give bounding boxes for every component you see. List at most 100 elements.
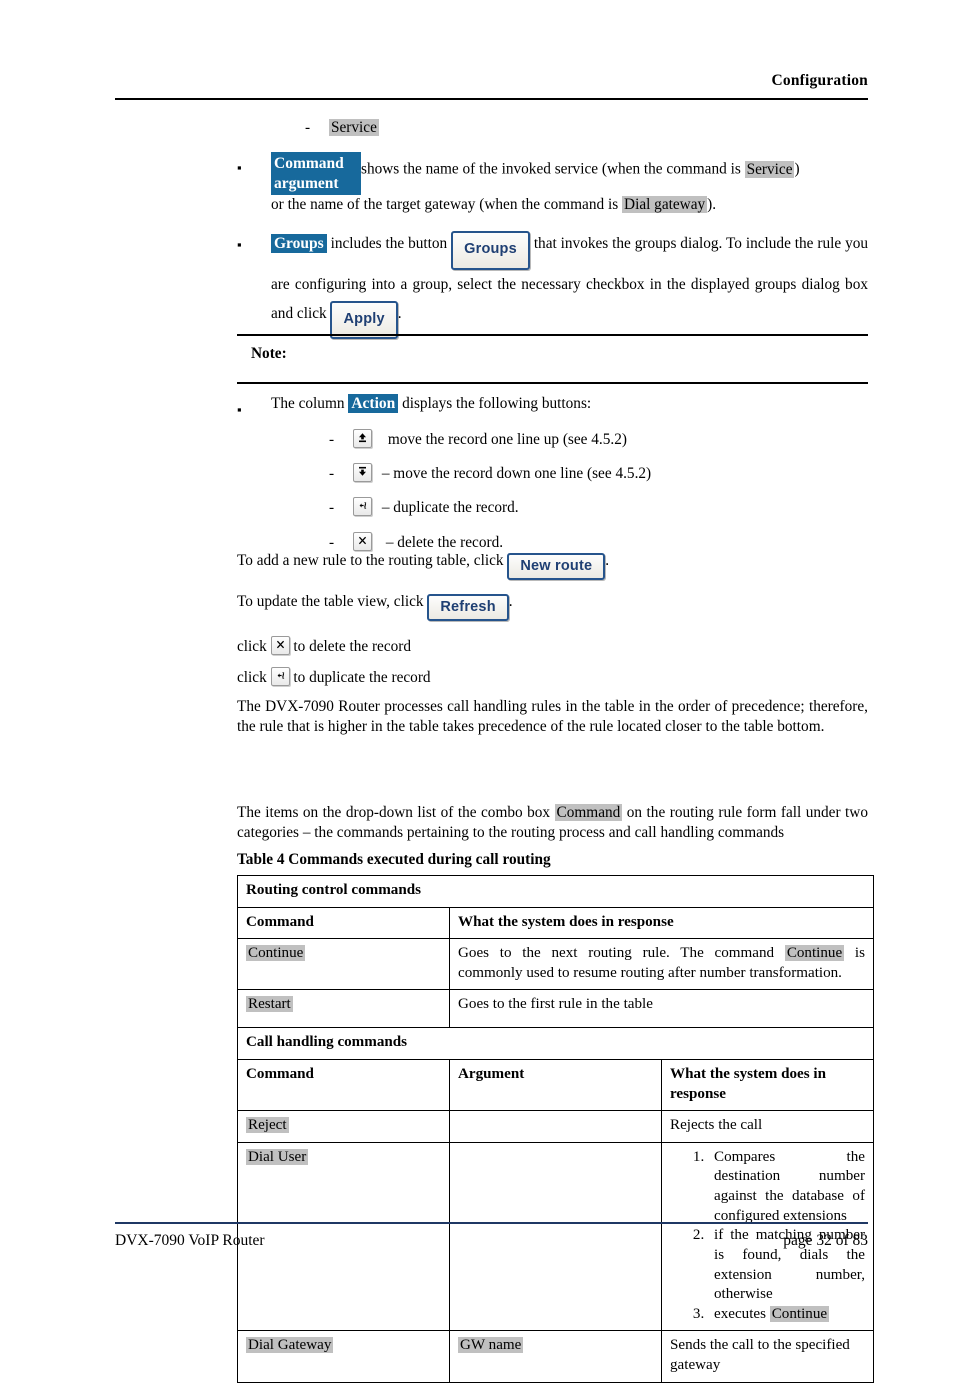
groups-label: Groups [271, 234, 327, 254]
page-footer: DVX-7090 VoIP Router page 32 of 83 [115, 1222, 868, 1250]
refresh-button[interactable]: Refresh [427, 594, 509, 621]
action-label: Action [348, 394, 399, 413]
footer-row: DVX-7090 VoIP Router page 32 of 83 [115, 1232, 868, 1250]
document-content: - Service Command argumentshows the name… [237, 118, 868, 340]
command-value-highlight: Continue [246, 945, 306, 962]
dash-marker: - [329, 499, 335, 517]
cell-response: Sends the call to the specified gateway [661, 1330, 874, 1383]
footer-left: DVX-7090 VoIP Router [115, 1232, 265, 1249]
action-item-text: – duplicate the record. [381, 499, 519, 517]
refresh-line: To update the table view, click Refresh. [237, 593, 868, 621]
cell-response: Goes to the first rule in the table [449, 989, 874, 1029]
refresh-text: To update the table view, click [237, 593, 424, 610]
step-item: executes Continue [708, 1305, 865, 1325]
cell-command: Restart [237, 989, 450, 1029]
delete-icon[interactable] [353, 531, 372, 551]
dash-marker: - [305, 119, 311, 136]
action-text-2: displays the following buttons: [402, 395, 592, 412]
move-up-icon[interactable] [353, 429, 372, 448]
command-value-highlight: Dial Gateway [246, 1337, 334, 1354]
header-argument: Argument [449, 1059, 662, 1112]
cell-response: Rejects the call [661, 1110, 874, 1143]
cell-response: Goes to the next routing rule. The comma… [449, 938, 874, 991]
precedence-paragraph: The DVX-7090 Router processes call handl… [237, 698, 868, 736]
command-argument-text-3: or the name of the target gateway (when … [271, 195, 619, 213]
groups-body: Groups includes the button Groups that i… [271, 229, 868, 340]
table-4: Routing control commands Command What th… [237, 875, 874, 1383]
combo-paragraph: The items on the drop-down list of the c… [237, 803, 868, 843]
bullet-command-argument: Command argumentshows the name of the in… [237, 152, 868, 215]
click-delete-post: to delete the record [293, 638, 412, 655]
table-row: Continue Goes to the next routing rule. … [237, 938, 874, 991]
dash-marker: - [329, 533, 335, 551]
groups-button[interactable]: Groups [451, 231, 530, 270]
continue-highlight: Continue [784, 945, 845, 962]
table-row: Reject Rejects the call [237, 1110, 874, 1143]
footer-right: page 32 of 83 [783, 1232, 868, 1249]
action-item-text: move the record one line up (see 4.5.2) [387, 431, 627, 448]
command-argument-text-1: shows the name of the invoked service (w… [361, 160, 741, 178]
duplicate-icon[interactable] [270, 667, 290, 686]
action-item-text: – move the record down one line (see 4.5… [381, 465, 652, 483]
bullet-marker [237, 229, 271, 252]
action-item-body: – delete the record. [353, 531, 868, 553]
table-section-row: Call handling commands [237, 1027, 874, 1061]
service-highlight: Service [329, 119, 379, 136]
section-call-handling: Call handling commands [237, 1027, 874, 1061]
service-dash-item: - Service [237, 118, 868, 138]
continue-highlight: Continue [769, 1305, 830, 1322]
note-box: Note: [237, 334, 868, 384]
header-title: Configuration [771, 72, 868, 89]
bullet-marker [237, 394, 271, 417]
note-label: Note: [237, 334, 868, 384]
delete-icon[interactable] [270, 636, 290, 655]
groups-text-1: includes the button [330, 235, 448, 253]
command-argument-text-4: ). [707, 195, 717, 213]
command-combo-highlight: Command [554, 804, 623, 821]
command-argument-label: Command argument [271, 152, 361, 195]
header-response: What the system does in response [449, 906, 874, 940]
command-value-highlight: Restart [246, 996, 293, 1013]
dial-gateway-highlight: Dial gateway [622, 195, 708, 213]
duplicate-icon[interactable] [353, 497, 372, 517]
header-command: Command [237, 1059, 450, 1112]
cell-command: Dial Gateway [237, 1330, 450, 1383]
action-item-duplicate: - – duplicate the record. [237, 497, 868, 518]
move-down-icon[interactable] [353, 463, 372, 483]
command-argument-text-2: ) [794, 160, 800, 178]
cell-argument: GW name [449, 1330, 662, 1383]
click-delete-line: click to delete the record [237, 636, 868, 656]
dash-marker: - [329, 431, 335, 448]
new-route-line: To add a new rule to the routing table, … [237, 552, 868, 580]
action-section: The column Action displays the following… [237, 394, 868, 553]
service-dash-body: Service [329, 118, 868, 138]
page-header: Configuration [115, 72, 868, 100]
service-inline-highlight: Service [744, 160, 795, 178]
bullet-groups: Groups includes the button Groups that i… [237, 229, 868, 340]
action-item-body: move the record one line up (see 4.5.2) [353, 429, 868, 450]
combo-text-1: The items on the drop-down list of the c… [237, 804, 551, 821]
new-route-text: To add a new rule to the routing table, … [237, 552, 504, 569]
section-routing-control: Routing control commands [237, 875, 874, 908]
command-value-highlight: Dial User [246, 1148, 309, 1165]
commands-table: Routing control commands Command What th… [237, 875, 874, 1383]
command-value-highlight: Reject [246, 1117, 289, 1134]
action-item-delete: - – delete the record. [237, 531, 868, 553]
cell-command: Reject [237, 1110, 450, 1143]
click-duplicate-line: click to duplicate the record [237, 667, 868, 687]
bullet-action: The column Action displays the following… [237, 394, 868, 417]
action-item-body: – duplicate the record. [353, 497, 868, 518]
click-duplicate-pre: click [237, 669, 267, 686]
action-item-body: – move the record down one line (see 4.5… [353, 463, 868, 484]
table-caption: Table 4 Commands executed during call ro… [237, 851, 551, 868]
table-header-row: Command Argument What the system does in… [237, 1059, 874, 1112]
step-text: executes [714, 1305, 770, 1322]
command-argument-body: Command argumentshows the name of the in… [271, 152, 868, 215]
table-header-row: Command What the system does in response [237, 906, 874, 940]
header-response: What the system does in response [661, 1059, 874, 1112]
action-item-text: – delete the record. [385, 533, 504, 551]
action-item-move-up: - move the record one line up (see 4.5.2… [237, 429, 868, 450]
new-route-button[interactable]: New route [507, 553, 606, 580]
